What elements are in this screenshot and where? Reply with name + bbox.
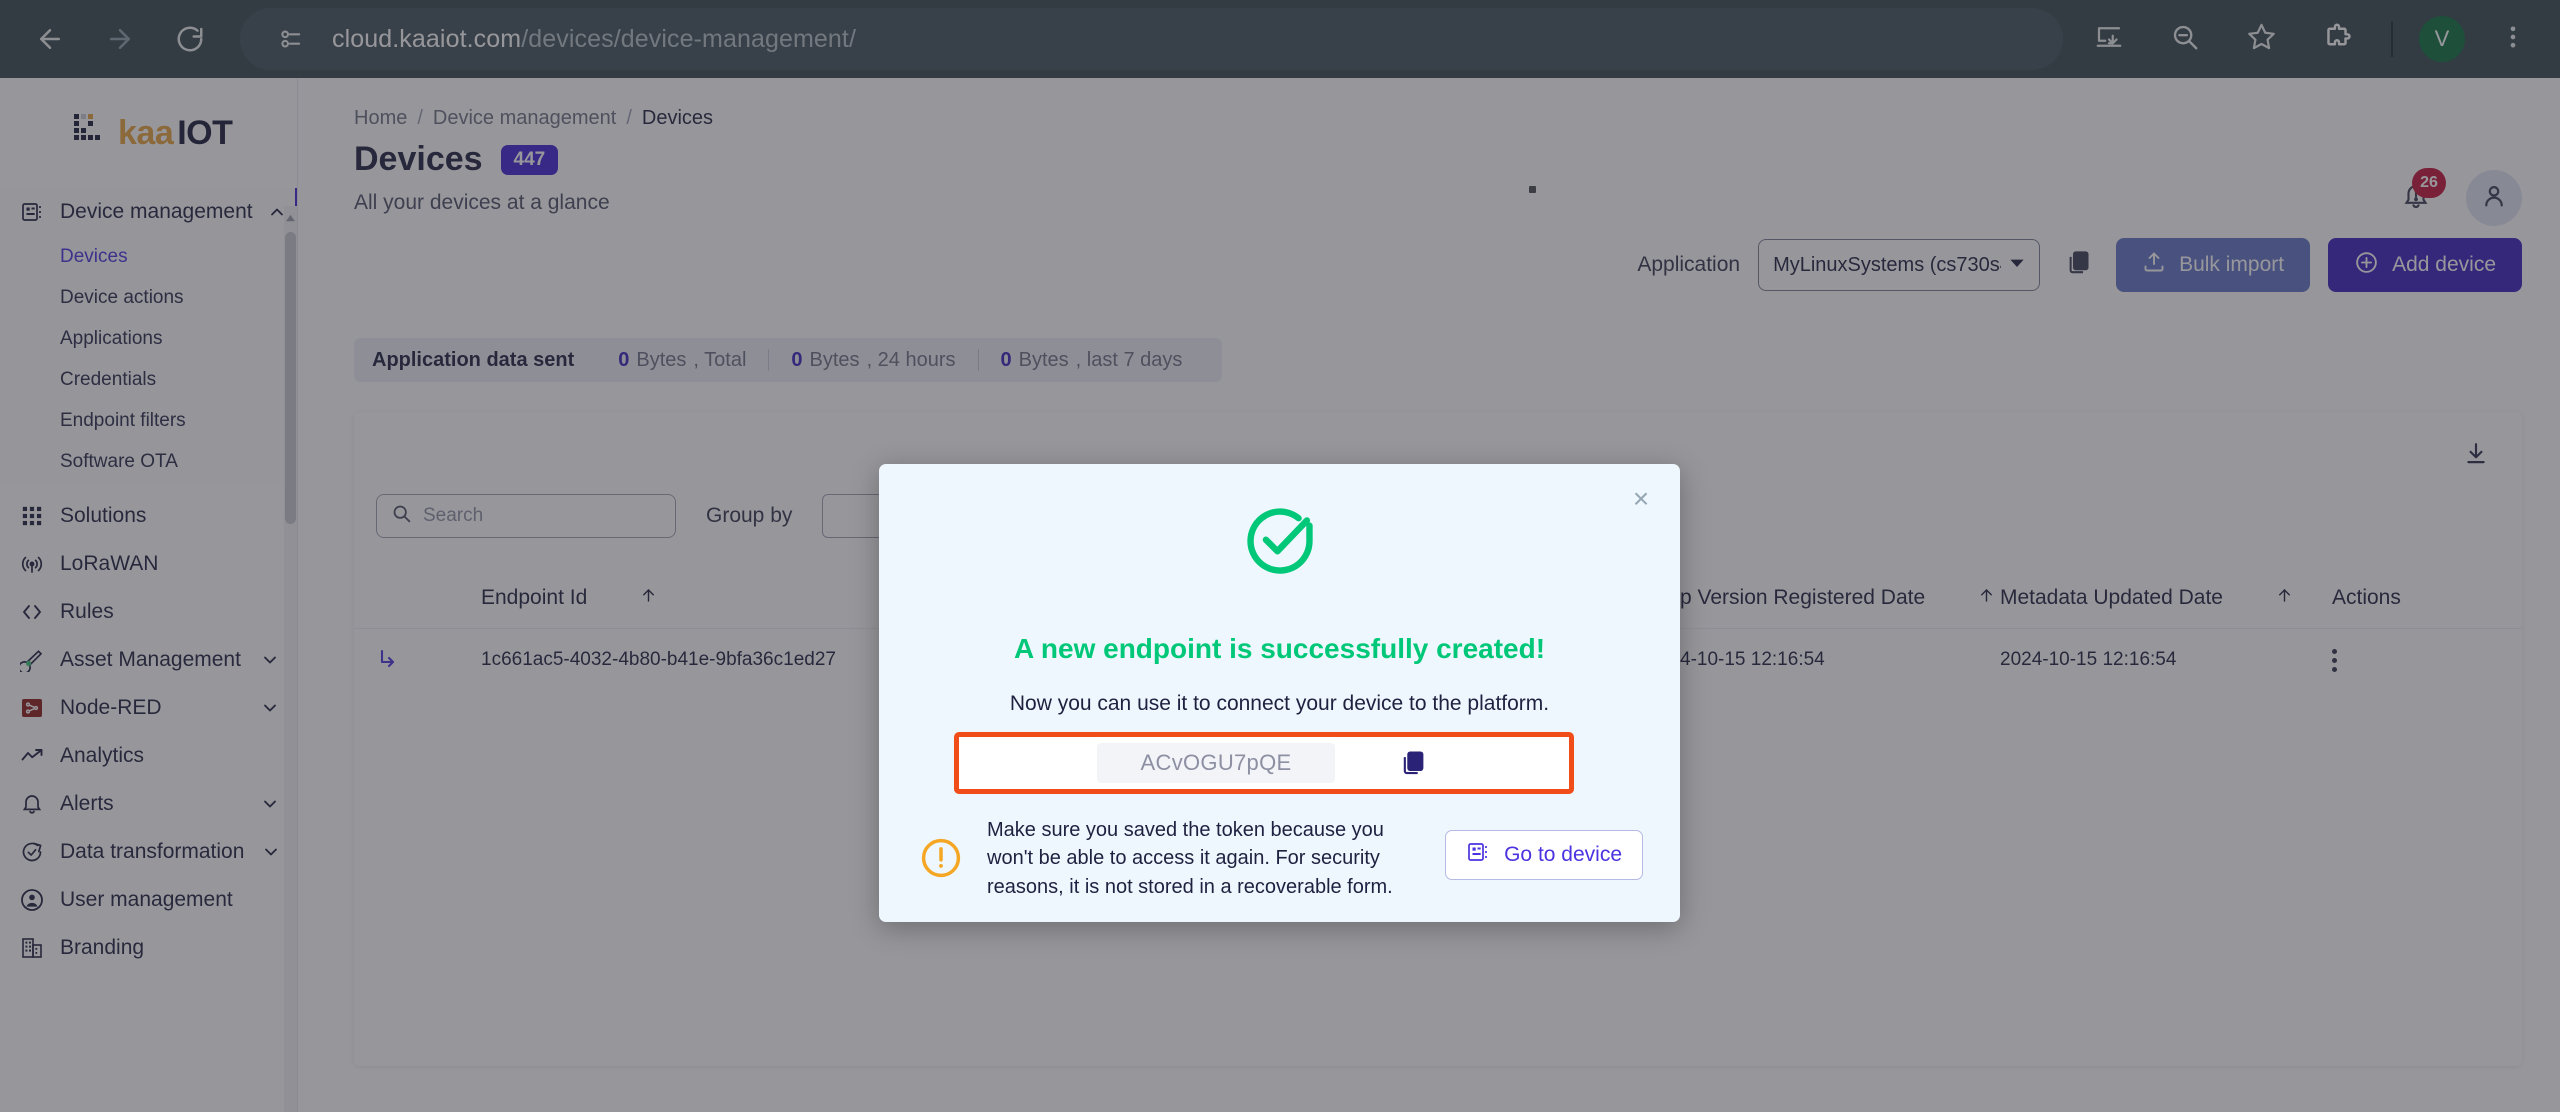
token-value[interactable]: ACvOGU7pQE <box>1096 743 1336 783</box>
device-management-icon <box>1466 840 1490 870</box>
go-to-device-button[interactable]: Go to device <box>1445 830 1643 880</box>
token-highlight-frame: ACvOGU7pQE <box>954 732 1574 794</box>
success-check-circle-icon <box>879 500 1680 582</box>
token-warning-row: Make sure you saved the token because yo… <box>919 816 1643 901</box>
go-to-device-label: Go to device <box>1504 843 1622 866</box>
warning-exclamation-icon <box>919 836 963 885</box>
modal-title: A new endpoint is successfully created! <box>1013 633 1546 664</box>
copy-icon[interactable] <box>1395 745 1431 781</box>
endpoint-created-modal: × A new endpoint is successfully created… <box>879 464 1680 922</box>
warning-text: Make sure you saved the token because yo… <box>987 819 1393 898</box>
modal-subtitle: Now you can use it to connect your devic… <box>1009 692 1550 715</box>
